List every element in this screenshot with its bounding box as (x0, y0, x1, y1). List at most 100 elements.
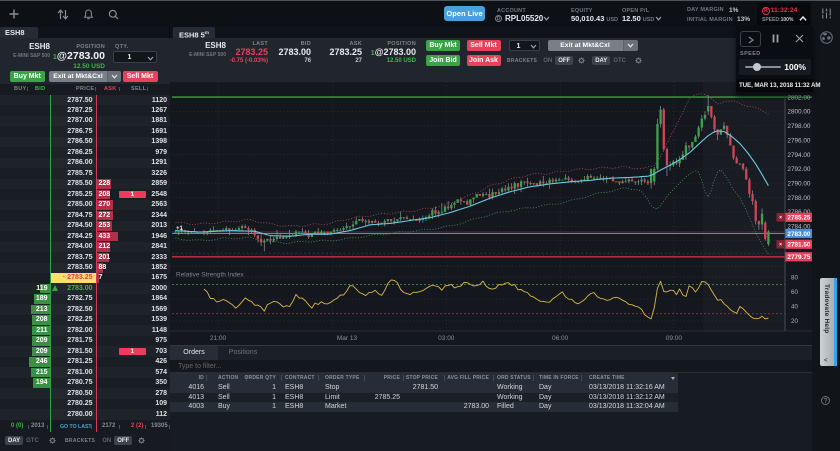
ladder-price[interactable]: 2780.00 (51, 411, 93, 418)
working-sell-order-badge[interactable]: 1 (119, 191, 146, 199)
dom-brackets-off[interactable]: OFF (114, 436, 132, 445)
dom-sell-mkt-button[interactable]: Sell Mkt (123, 71, 158, 82)
bid-size[interactable]: 189 (0, 295, 48, 302)
ladder-row[interactable]: 2702785.002563 (0, 200, 170, 211)
sell-volume[interactable]: 3226 (96, 170, 167, 177)
tradovate-help-tab[interactable]: Tradovate Help < (820, 278, 837, 366)
dom-tif-settings-gear-icon[interactable] (48, 436, 57, 445)
sell-volume[interactable]: 1946 (96, 233, 167, 240)
sell-volume[interactable]: 975 (96, 337, 167, 344)
price-chart[interactable]: +1Relative Strength Index8060402021:00Ma… (170, 82, 812, 345)
bid-size[interactable]: 194 (0, 379, 48, 386)
open-live-button[interactable]: Open Live (444, 6, 485, 21)
dom-brackets-settings-gear-icon[interactable] (137, 436, 146, 445)
orders-col-header[interactable]: CREATE TIME (589, 375, 625, 381)
ladder-row[interactable]: 2122784.002841 (0, 242, 170, 253)
transfer-arrows-icon[interactable] (57, 9, 69, 20)
ladder-row[interactable]: 2282785.502859 (0, 179, 170, 190)
ladder-price[interactable]: 2784.50 (51, 222, 93, 229)
workspace-settings-sliders-icon[interactable] (821, 8, 832, 19)
ladder-price[interactable]: 2782.50 (51, 306, 93, 313)
ladder-price[interactable]: 2785.25 (51, 191, 93, 198)
sell-volume[interactable]: 1267 (96, 107, 167, 114)
sell-volume[interactable]: 1539 (96, 316, 167, 323)
help-question-icon[interactable]: ? (821, 396, 830, 405)
ladder-row[interactable]: 2787.001881 (0, 116, 170, 127)
chart-gtc-toggle[interactable]: GTC (610, 56, 629, 65)
sell-volume[interactable]: 1120 (96, 97, 167, 104)
chart-day-toggle[interactable]: DAY (592, 56, 610, 65)
ladder-row[interactable]: 2112782.001148 (0, 325, 170, 336)
chart-brackets-gear-icon[interactable] (577, 56, 586, 65)
ladder-price[interactable]: 2786.00 (51, 159, 93, 166)
ladder-price[interactable]: 2784.25 (51, 233, 93, 240)
ladder-row[interactable]: 2785.753226 (0, 168, 170, 179)
sell-volume[interactable]: 2859 (96, 180, 167, 187)
ladder-row[interactable]: 2780.25109 (0, 399, 170, 410)
sell-volume[interactable]: 1398 (96, 138, 167, 145)
dom-gtc-toggle[interactable]: GTC (23, 436, 42, 445)
bid-size[interactable]: 208 (0, 316, 48, 323)
dom-tab-esh8[interactable]: ESH8 (0, 27, 38, 38)
ladder-price[interactable]: 2786.50 (51, 138, 93, 145)
replay-clock[interactable]: R11:32:24 SPEED:100% (757, 3, 810, 25)
dom-brackets-on[interactable]: ON (99, 436, 114, 445)
ladder-row[interactable]: 2092781.507031 (0, 346, 170, 357)
sell-volume[interactable]: 1148 (96, 327, 167, 334)
pause-icon[interactable] (772, 34, 779, 43)
ladder-row[interactable]: 2780.50278 (0, 388, 170, 399)
bid-size[interactable]: 246 (0, 358, 48, 365)
bid-size[interactable]: 209 (0, 348, 48, 355)
orders-col-header[interactable]: ORD STATUS (497, 375, 531, 381)
order-row[interactable]: 4016Sell1ESH8Stop2781.50WorkingDay03/13/… (170, 383, 678, 393)
bid-size[interactable]: 215 (0, 369, 48, 376)
bid-size[interactable]: 213 (0, 306, 48, 313)
ladder-price[interactable]: 2780.75 (51, 379, 93, 386)
chart-buy-mkt-button[interactable]: Buy Mkt (426, 40, 460, 51)
search-icon[interactable] (108, 9, 119, 20)
replay-speed-slider-track[interactable] (745, 66, 781, 68)
dom-price-ladder[interactable]: 2787.5011202787.2512672787.0018812786.75… (0, 95, 170, 420)
ladder-row[interactable]: 2082782.251539 (0, 315, 170, 326)
dom-buy-mkt-button[interactable]: Buy Mkt (10, 71, 46, 82)
chart-exit-button[interactable]: Exit at Mkt&Cxl (548, 40, 623, 51)
ladder-row[interactable]: 2012783.752333 (0, 252, 170, 263)
dom-qty-select[interactable]: 1 (113, 51, 157, 63)
ladder-price[interactable]: 2782.75 (51, 295, 93, 302)
working-sell-order-badge[interactable]: 1 (119, 348, 146, 356)
ladder-row[interactable]: 2462781.25426 (0, 357, 170, 368)
orders-col-header[interactable]: TIME IN FORCE (539, 375, 579, 381)
sell-volume[interactable]: 2344 (96, 212, 167, 219)
ladder-price[interactable]: 2783.75 (51, 254, 93, 261)
dom-col-bid[interactable]: BID (35, 86, 45, 92)
chart-brackets-off[interactable]: OFF (555, 56, 573, 65)
chart-exit-dropdown[interactable] (623, 40, 638, 51)
chart-sell-mkt-button[interactable]: Sell Mkt (467, 40, 501, 51)
dom-exit-button[interactable]: Exit at Mkt&Cxl (49, 71, 107, 82)
dom-day-toggle[interactable]: DAY (5, 436, 23, 445)
ladder-price[interactable]: 2781.00 (51, 369, 93, 376)
order-row[interactable]: 4003Buy1ESH8Market2783.00FilledDay03/13/… (170, 402, 678, 412)
orders-col-header[interactable]: AVG FILL PRICE (170, 375, 489, 381)
sell-volume[interactable]: 1569 (96, 306, 167, 313)
ladder-price[interactable]: 2781.75 (51, 337, 93, 344)
ladder-price[interactable]: 2785.00 (51, 201, 93, 208)
tab-orders[interactable]: Orders (170, 346, 218, 360)
sell-volume[interactable]: 109 (96, 400, 167, 407)
bid-size[interactable]: 211 (0, 327, 48, 334)
account-value[interactable]: RPL05520 (505, 14, 543, 23)
sell-volume[interactable]: 350 (96, 379, 167, 386)
orders-filter-input[interactable]: Type to filter... (178, 363, 222, 370)
chart-brackets-on[interactable]: ON (540, 56, 555, 65)
tab-positions[interactable]: Positions (214, 346, 272, 360)
dom-col-ask[interactable]: ASK (104, 86, 117, 92)
sell-volume[interactable]: 979 (96, 149, 167, 156)
ladder-row[interactable]: 1192783.002000 (0, 283, 170, 294)
ladder-price[interactable]: 2787.00 (51, 117, 93, 124)
sell-volume[interactable]: 1881 (96, 117, 167, 124)
sort-descending-icon[interactable] (671, 377, 675, 380)
ladder-row[interactable]: 2787.501120 (0, 95, 170, 106)
ladder-row[interactable]: 1892782.751864 (0, 294, 170, 305)
ladder-price[interactable]: 2783.50 (51, 264, 93, 271)
chart-join-bid-button[interactable]: Join Bid (426, 55, 460, 66)
